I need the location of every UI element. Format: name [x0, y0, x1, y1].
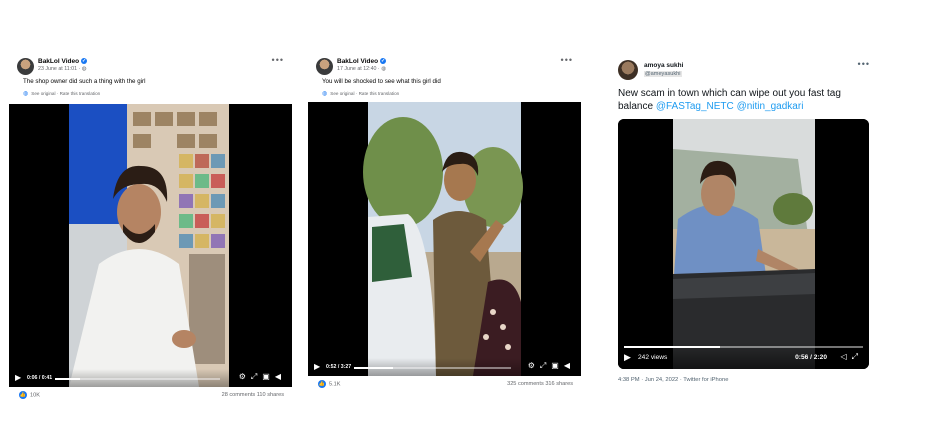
video-player[interactable]: ▶ 0:52 / 3:27 ⚙⤢▣◀: [308, 102, 581, 376]
video-controls: ▶ 0:06 / 0:41 ⚙⤢▣◀: [9, 369, 292, 387]
settings-icon[interactable]: ⚙: [239, 372, 251, 381]
translate-globe-icon: ◍: [322, 91, 328, 97]
mention-link[interactable]: @nitin_gadkari: [737, 101, 804, 112]
video-player[interactable]: ▶ 0:06 / 0:41 ⚙⤢▣◀: [9, 104, 292, 387]
mute-icon[interactable]: ◁: [840, 352, 851, 361]
seek-bar-progress: [354, 367, 394, 369]
post-text: You will be shocked to see what this gir…: [322, 78, 441, 85]
avatar[interactable]: [17, 58, 34, 75]
globe-icon: ◍: [81, 66, 87, 72]
author-name[interactable]: BakLol Video ✓: [337, 58, 387, 65]
translate-globe-icon: ◍: [23, 91, 29, 97]
comments-shares[interactable]: 28 comments 110 shares: [222, 392, 284, 398]
more-options-icon[interactable]: •••: [561, 55, 573, 65]
post-header: BakLol Video ✓ 23 June at 11:01 · ◍ ••• T…: [9, 50, 292, 102]
like-icon: 👍: [318, 380, 326, 388]
fullscreen-icon[interactable]: ⤢: [540, 361, 551, 370]
translation-links[interactable]: ◍ See original · Rate this translation: [322, 90, 399, 97]
video-time: 0:52 / 3:27: [326, 364, 352, 370]
video-time: 0:56 / 2:20: [795, 354, 827, 361]
comments-shares[interactable]: 325 comments 316 shares: [507, 381, 573, 387]
reaction-count[interactable]: 👍 10K: [19, 391, 40, 399]
fullscreen-icon[interactable]: ⤢: [852, 352, 863, 361]
video-frame-car-window-scene: [618, 119, 869, 369]
reaction-count[interactable]: 👍 5.1K: [318, 380, 341, 388]
video-controls: ▶ 242 views 0:56 / 2:20 ◁⤢: [618, 343, 869, 369]
video-time: 0:06 / 0:41: [27, 375, 53, 381]
globe-icon: ◍: [381, 66, 386, 72]
view-count: 242 views: [638, 354, 668, 361]
post-header: BakLol Video ✓ 17 June at 12:40 · ◍ ••• Y…: [308, 50, 581, 102]
like-icon: 👍: [19, 391, 27, 399]
verified-badge-icon: ✓: [380, 58, 387, 65]
author-name[interactable]: BakLol Video ✓: [38, 58, 88, 65]
picture-in-picture-icon[interactable]: ▣: [262, 372, 275, 381]
seek-bar[interactable]: [624, 346, 863, 348]
picture-in-picture-icon[interactable]: ▣: [551, 361, 564, 370]
volume-icon[interactable]: ◀: [564, 361, 575, 370]
facebook-post-2: BakLol Video ✓ 17 June at 12:40 · ◍ ••• Y…: [308, 50, 581, 394]
more-options-icon[interactable]: •••: [272, 55, 284, 65]
video-frame-roadside-scene: [308, 102, 581, 376]
tweet-author-handle[interactable]: @ameyasukhi: [644, 71, 682, 77]
play-icon[interactable]: ▶: [624, 352, 631, 363]
tweet-text: New scam in town which can wipe out you …: [618, 87, 863, 113]
post-text: The shop owner did such a thing with the…: [23, 78, 146, 85]
mention-link[interactable]: @FASTag_NETC: [656, 101, 734, 112]
seek-bar[interactable]: [55, 378, 220, 380]
avatar[interactable]: [316, 58, 333, 75]
volume-icon[interactable]: ◀: [275, 372, 286, 381]
more-options-icon[interactable]: •••: [858, 59, 870, 69]
translation-links[interactable]: ◍ See original · Rate this translation: [23, 90, 100, 97]
facebook-post-1: BakLol Video ✓ 23 June at 11:01 · ◍ ••• T…: [9, 50, 292, 406]
tweet-card: amoya sukhi @ameyasukhi ••• New scam in …: [612, 52, 878, 390]
seek-bar-progress: [55, 378, 80, 380]
play-icon[interactable]: ▶: [314, 362, 320, 371]
post-date[interactable]: 23 June at 11:01 · ◍: [38, 66, 86, 72]
video-player[interactable]: ▶ 242 views 0:56 / 2:20 ◁⤢: [618, 119, 869, 369]
seek-bar-progress: [624, 346, 720, 348]
post-date[interactable]: 17 June at 12:40 · ◍: [337, 66, 386, 72]
tweet-author-name[interactable]: amoya sukhi: [644, 62, 683, 69]
fullscreen-icon[interactable]: ⤢: [251, 372, 262, 381]
video-frame-shop-scene: [9, 104, 292, 387]
settings-icon[interactable]: ⚙: [528, 361, 540, 370]
verified-badge-icon: ✓: [81, 58, 88, 65]
video-controls: ▶ 0:52 / 3:27 ⚙⤢▣◀: [308, 358, 581, 376]
play-icon[interactable]: ▶: [15, 373, 21, 382]
avatar[interactable]: [618, 60, 638, 80]
seek-bar[interactable]: [354, 367, 511, 369]
tweet-timestamp[interactable]: 4:38 PM · Jun 24, 2022 · Twitter for iPh…: [618, 377, 728, 383]
